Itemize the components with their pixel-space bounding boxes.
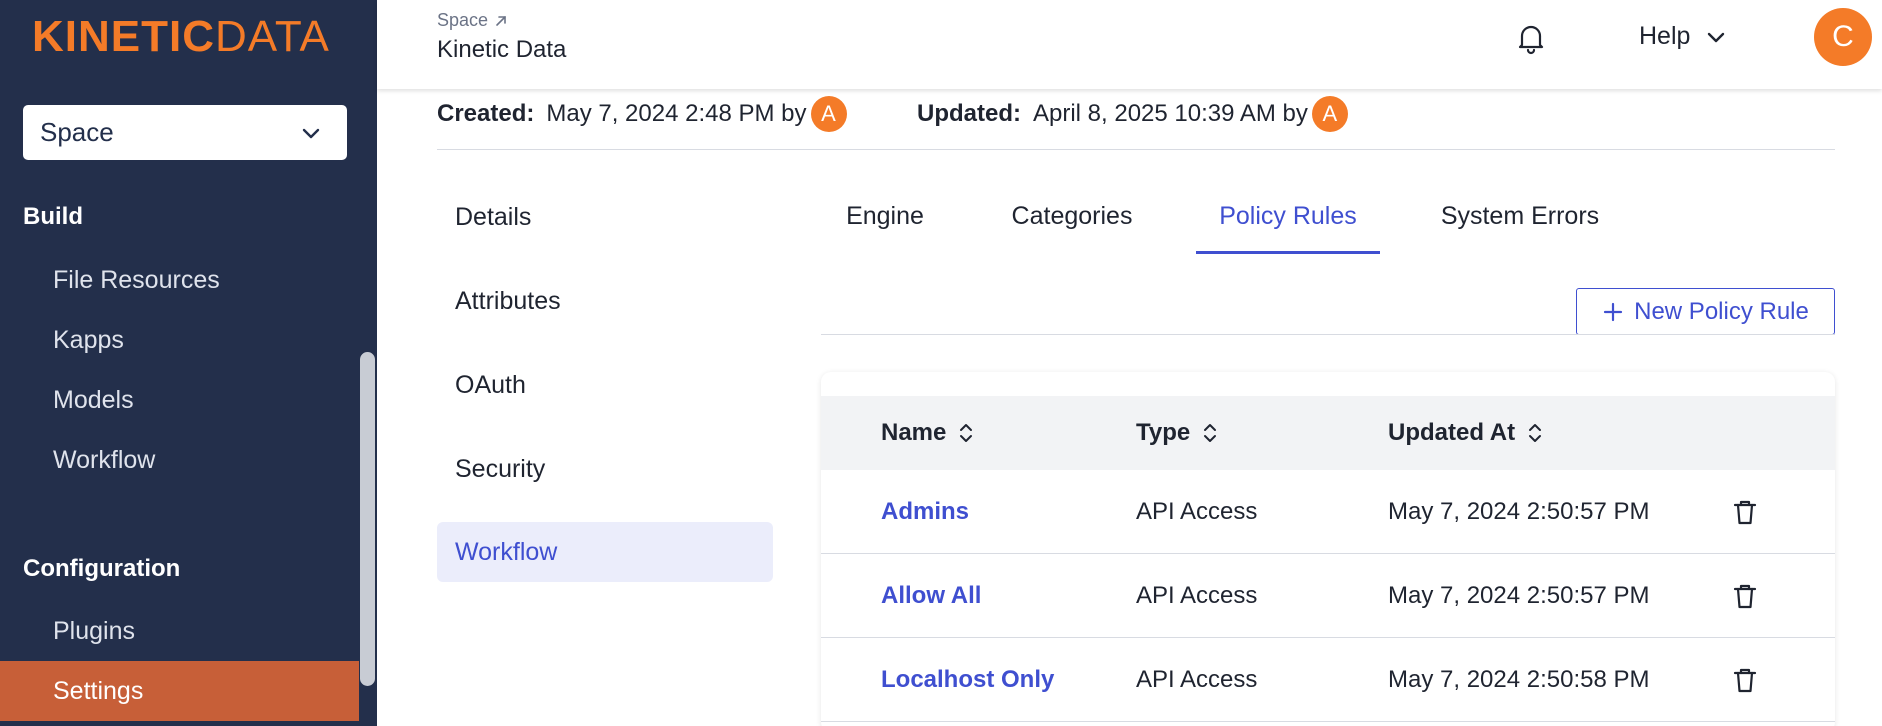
logo-text-light: DATA: [215, 12, 330, 61]
new-policy-rule-button[interactable]: New Policy Rule: [1576, 288, 1835, 335]
tab-policy-rules[interactable]: Policy Rules: [1196, 198, 1380, 254]
row-type: API Access: [1136, 582, 1258, 609]
help-menu-button[interactable]: Help: [1639, 22, 1728, 51]
delete-button[interactable]: [1730, 470, 1760, 554]
sidebar-item-settings[interactable]: Settings: [0, 661, 359, 721]
trash-icon: [1733, 584, 1757, 609]
help-label: Help: [1639, 22, 1691, 50]
sidebar-item-kapps[interactable]: Kapps: [0, 310, 359, 370]
row-updated-at: May 7, 2024 2:50:57 PM: [1388, 498, 1650, 525]
sidebar-item-file-resources[interactable]: File Resources: [0, 250, 359, 310]
row-name-link[interactable]: Localhost Only: [881, 638, 1054, 722]
sort-icon: [1529, 424, 1542, 442]
table-row: Admins API Access May 7, 2024 2:50:57 PM: [821, 470, 1835, 554]
column-label-name: Name: [881, 419, 947, 446]
breadcrumb-space: Space: [437, 10, 489, 30]
plus-icon: [1604, 302, 1623, 321]
breadcrumb[interactable]: Space: [437, 10, 508, 31]
delete-button[interactable]: [1730, 554, 1760, 638]
kinetic-data-logo[interactable]: KINETICDATA: [32, 14, 330, 60]
policy-rules-table: Name Type Updated At Admins API Access M…: [821, 372, 1835, 726]
updated-label: Updated:: [917, 100, 1021, 127]
tab-categories[interactable]: Categories: [1008, 198, 1136, 254]
table-row: Allow All API Access May 7, 2024 2:50:57…: [821, 554, 1835, 638]
page-title: Kinetic Data: [437, 36, 567, 63]
space-select-value: Space: [40, 117, 114, 147]
nav-heading-build: Build: [23, 203, 83, 230]
nav-heading-configuration: Configuration: [23, 555, 181, 582]
row-updated-at: May 7, 2024 2:50:58 PM: [1388, 666, 1650, 693]
column-header-name[interactable]: Name: [881, 396, 974, 470]
new-policy-rule-label: New Policy Rule: [1634, 297, 1809, 325]
settings-item-security[interactable]: Security: [437, 439, 773, 499]
top-header: Space Kinetic Data Help C: [377, 0, 1882, 89]
tab-system-errors[interactable]: System Errors: [1440, 198, 1600, 254]
updated-value: April 8, 2025 10:39 AM by: [1033, 100, 1308, 127]
delete-button[interactable]: [1730, 638, 1760, 722]
settings-item-attributes[interactable]: Attributes: [437, 271, 773, 331]
chevron-down-icon: [302, 128, 320, 138]
sort-icon: [960, 424, 973, 442]
sidebar-scrollbar[interactable]: [360, 352, 375, 686]
settings-item-oauth[interactable]: OAuth: [437, 355, 773, 415]
created-info: Created: May 7, 2024 2:48 PM by A: [437, 96, 847, 132]
sidebar-item-models[interactable]: Models: [0, 370, 359, 430]
column-header-type[interactable]: Type: [1136, 396, 1218, 470]
space-select[interactable]: Space: [23, 105, 347, 160]
trash-icon: [1733, 500, 1757, 525]
settings-item-workflow[interactable]: Workflow: [437, 522, 773, 582]
sidebar-item-plugins[interactable]: Plugins: [0, 601, 359, 661]
user-avatar[interactable]: C: [1814, 8, 1872, 66]
bell-icon[interactable]: [1513, 20, 1549, 56]
external-link-icon: [496, 15, 506, 26]
chevron-down-icon: [1708, 32, 1725, 42]
column-label-updated-at: Updated At: [1388, 419, 1516, 446]
logo-text-bold: KINETIC: [32, 12, 215, 61]
updated-by-avatar[interactable]: A: [1311, 96, 1348, 132]
created-by-avatar[interactable]: A: [810, 96, 847, 132]
sort-icon: [1204, 424, 1217, 442]
row-name-link[interactable]: Allow All: [881, 554, 981, 638]
tab-engine[interactable]: Engine: [845, 198, 925, 254]
created-label: Created:: [437, 100, 535, 127]
column-label-type: Type: [1136, 419, 1191, 446]
updated-info: Updated: April 8, 2025 10:39 AM by A: [917, 96, 1348, 132]
settings-item-details[interactable]: Details: [437, 187, 773, 247]
row-updated-at: May 7, 2024 2:50:57 PM: [1388, 582, 1650, 609]
sidebar: KINETICDATA Space Build File Resources K…: [0, 0, 377, 726]
created-value: May 7, 2024 2:48 PM by: [546, 100, 807, 127]
row-name-link[interactable]: Admins: [881, 470, 969, 554]
row-type: API Access: [1136, 498, 1258, 525]
table-row: Localhost Only API Access May 7, 2024 2:…: [821, 638, 1835, 722]
table-header: Name Type Updated At: [821, 396, 1835, 470]
toolbar-divider: [821, 334, 1835, 335]
meta-divider: [437, 149, 1835, 150]
row-type: API Access: [1136, 666, 1258, 693]
column-header-updated-at[interactable]: Updated At: [1388, 396, 1543, 470]
trash-icon: [1733, 668, 1757, 693]
sidebar-item-workflow[interactable]: Workflow: [0, 430, 359, 490]
